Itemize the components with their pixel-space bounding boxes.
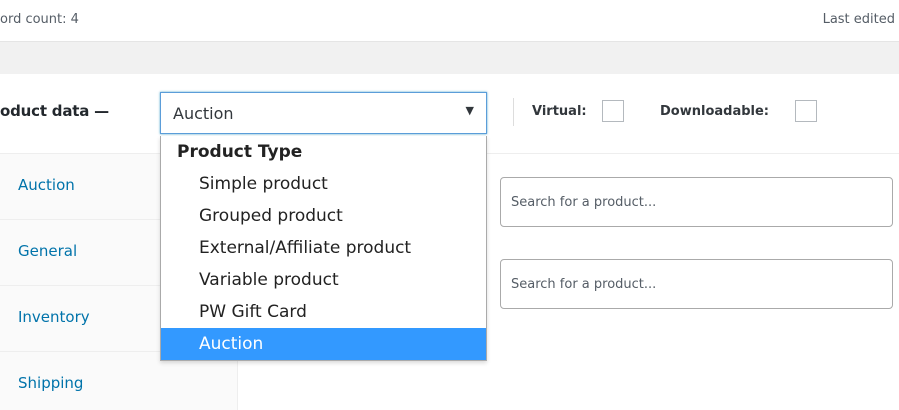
virtual-checkbox[interactable] — [602, 100, 624, 122]
option-auction[interactable]: Auction — [161, 328, 486, 360]
tab-label: Auction — [18, 176, 75, 194]
editor-resize-bar — [0, 42, 899, 74]
product-search-input-1[interactable] — [500, 177, 893, 227]
option-variable-product[interactable]: Variable product — [161, 264, 486, 296]
word-count: ord count: 4 — [0, 12, 79, 27]
downloadable-label: Downloadable: — [660, 104, 770, 119]
tab-label: Shipping — [18, 374, 84, 392]
header-divider — [513, 98, 514, 126]
option-gift-card[interactable]: PW Gift Card — [161, 296, 486, 328]
product-type-value: Auction — [173, 104, 234, 123]
product-data-title: oduct data — — [0, 102, 109, 120]
downloadable-checkbox[interactable] — [795, 100, 817, 122]
option-simple-product[interactable]: Simple product — [161, 168, 486, 200]
tab-label: Inventory — [18, 308, 90, 326]
option-external-product[interactable]: External/Affiliate product — [161, 232, 486, 264]
tab-label: General — [18, 242, 78, 260]
option-grouped-product[interactable]: Grouped product — [161, 200, 486, 232]
status-bar: ord count: 4 Last edited — [0, 0, 899, 42]
option-group-label: Product Type — [177, 142, 303, 162]
last-edited: Last edited — [822, 12, 895, 27]
product-type-dropdown: Product Type Simple product Grouped prod… — [160, 136, 487, 361]
product-search-input-2[interactable] — [500, 259, 893, 309]
product-type-select[interactable]: Auction ▼ — [160, 92, 487, 134]
virtual-label: Virtual: — [532, 104, 587, 119]
triangle-down-icon: ▼ — [465, 104, 474, 117]
